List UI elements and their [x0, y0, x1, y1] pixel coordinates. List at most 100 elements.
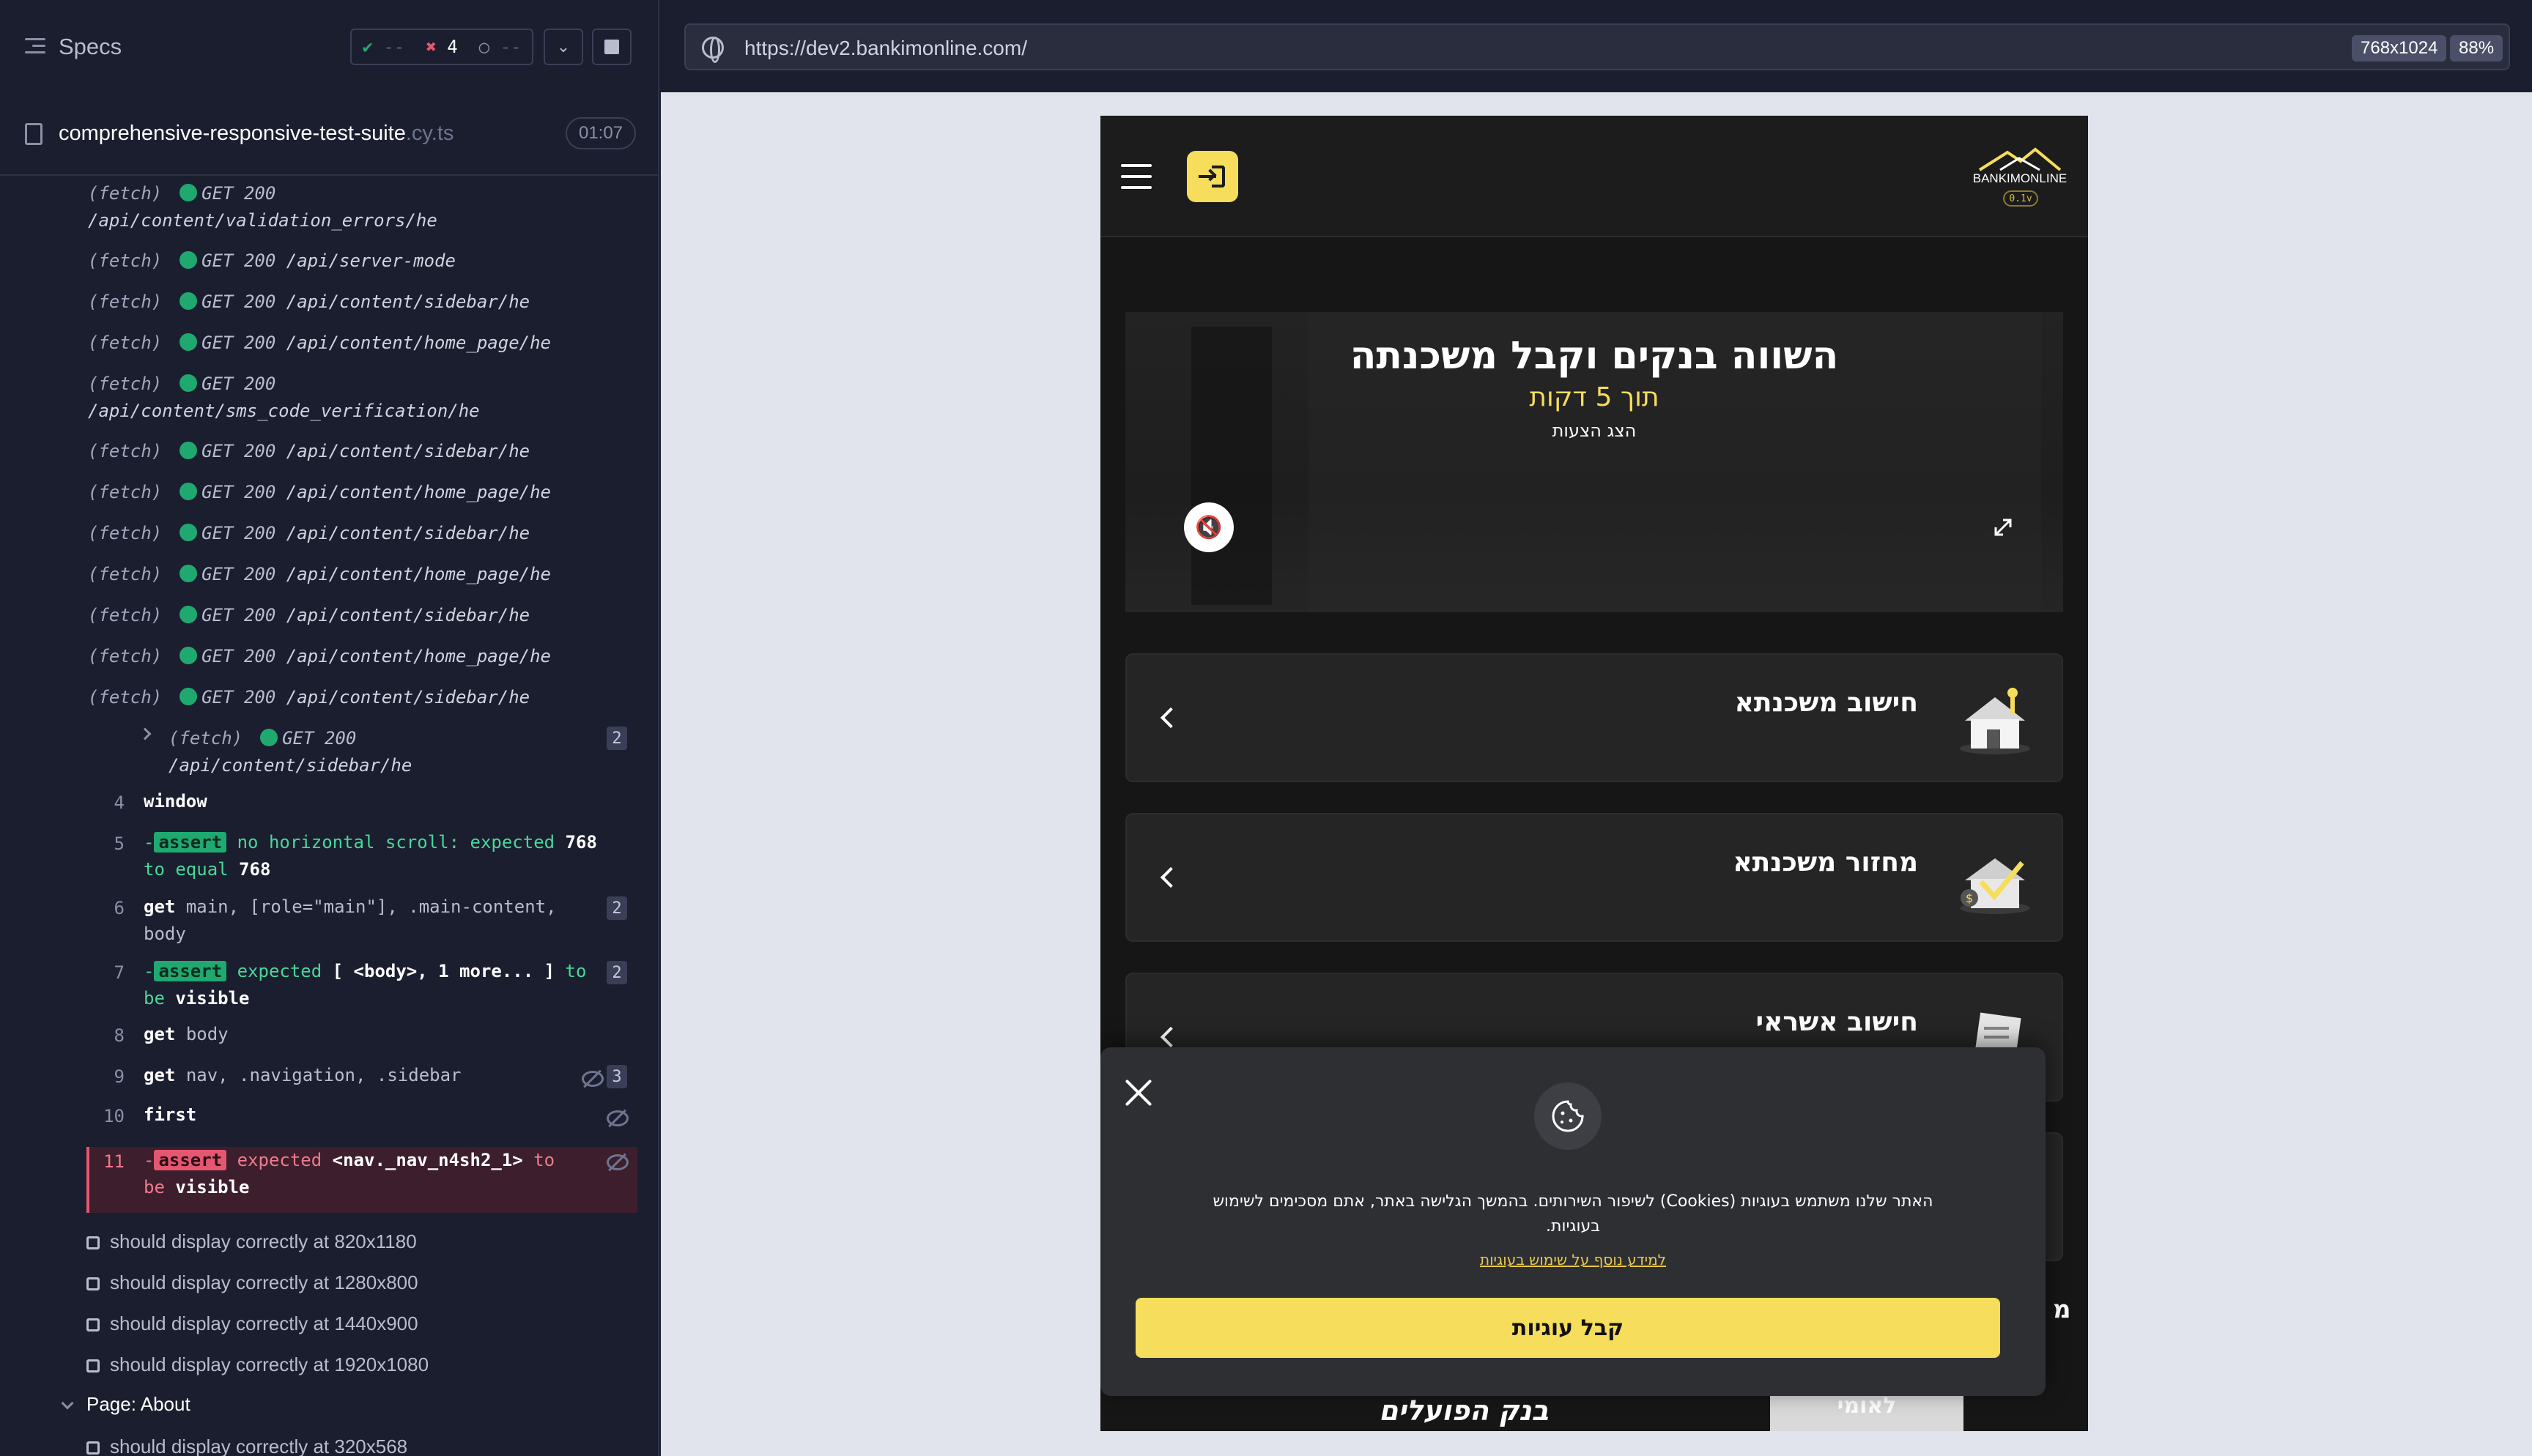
match-count-badge: 2: [607, 896, 627, 920]
bankimonline-logo[interactable]: BANKIMONLINE 0.1v: [1972, 144, 2068, 217]
fetch-entry[interactable]: (fetch) GET 200 /api/server-mode: [88, 248, 623, 275]
command-name: get: [144, 1024, 176, 1044]
show-offers-link[interactable]: הצג הצעות: [1125, 420, 2063, 441]
assert-text: be: [144, 1177, 165, 1197]
command-arg: main, [role="main"], .main-content, body: [144, 896, 557, 944]
test-item[interactable]: should display correctly at 820x1180: [86, 1230, 417, 1253]
spec-file-row[interactable]: comprehensive-responsive-test-suite.cy.t…: [0, 110, 658, 176]
test-title: should display correctly at 1440x900: [110, 1312, 418, 1334]
pending-box-icon: [86, 1318, 100, 1331]
fetch-entry[interactable]: (fetch) GET 200 /api/content/sidebar/he: [88, 602, 623, 629]
command-assert-failed[interactable]: - assert expected <nav._nav_n4sh2_1> to be…: [144, 1147, 598, 1201]
refinance-house-icon: $: [1960, 858, 2030, 914]
cookie-glyph: [1552, 1100, 1584, 1132]
command-assert[interactable]: - assert expected [ <body>, 1 more... ] t…: [144, 958, 612, 1012]
fetch-entry[interactable]: (fetch) GET 200 /api/content/sidebar/he: [88, 289, 623, 316]
command-assert[interactable]: - assert no horizontal scroll: expected 7…: [144, 829, 627, 883]
fetch-entry[interactable]: (fetch) GET 200 /api/content/home_page/he: [88, 561, 623, 588]
fetch-status: GET 200: [201, 441, 276, 461]
group-count-badge: 2: [607, 727, 627, 750]
status-success-icon: [179, 483, 198, 500]
fetch-entry[interactable]: (fetch) GET 200/api/content/validation_er…: [88, 180, 623, 234]
fetch-entry[interactable]: (fetch) GET 200 /api/content/home_page/he: [88, 643, 623, 670]
bank-leumi-text: לאומי: [1837, 1393, 1897, 1419]
fetch-status: GET 200: [201, 564, 276, 584]
passed-count: --: [383, 37, 405, 57]
accept-cookies-button[interactable]: קבל עוגיות: [1136, 1298, 2000, 1358]
test-title: should display correctly at 1280x800: [110, 1271, 418, 1293]
fetch-status: GET 200: [201, 183, 276, 204]
assert-text: be: [144, 988, 165, 1009]
fetch-status: GET 200: [201, 523, 276, 543]
command-get[interactable]: get body: [144, 1021, 598, 1048]
status-success-icon: [260, 729, 278, 746]
suite-item[interactable]: Page: About: [61, 1393, 190, 1416]
hidden-eye-icon: [607, 1110, 629, 1126]
status-success-icon: [179, 333, 198, 351]
command-log: (fetch) GET 200/api/content/validation_er…: [0, 176, 658, 1456]
url-bar[interactable]: https://dev2.bankimonline.com/ 768x1024 …: [684, 23, 2510, 70]
fetch-entry[interactable]: (fetch) GET 200 /api/content/home_page/he: [88, 479, 623, 506]
chevron-down-icon: ⌄: [556, 37, 571, 56]
command-first[interactable]: first: [144, 1102, 569, 1129]
fetch-entry[interactable]: (fetch) GET 200/api/content/sms_code_veri…: [88, 371, 623, 425]
fetch-entry[interactable]: (fetch) GET 200 /api/content/sidebar/he: [88, 684, 623, 711]
service-card-mortgage[interactable]: חישוב משכנתא: [1125, 653, 2063, 782]
fetch-path: /api/content/sidebar/he: [286, 605, 530, 625]
zoom-badge[interactable]: 88%: [2450, 35, 2503, 62]
hidden-eye-icon: [607, 1154, 629, 1170]
chevron-left-icon: [1160, 866, 1182, 888]
command-window[interactable]: window: [144, 788, 627, 815]
hero-video[interactable]: השווה בנקים וקבל משכנתה תוך 5 דקות הצג ה…: [1125, 312, 2063, 612]
browser-pane: https://dev2.bankimonline.com/ 768x1024 …: [661, 0, 2532, 1456]
test-item[interactable]: should display correctly at 1280x800: [86, 1271, 418, 1294]
bank-leumi-logo: לאומי: [1770, 1393, 1963, 1431]
fetch-entry[interactable]: (fetch) GET 200 /api/content/home_page/he: [88, 330, 623, 357]
assert-badge: assert: [154, 1150, 227, 1170]
card-title: חישוב משכנתא: [1734, 688, 1918, 718]
test-item[interactable]: should display correctly at 320x568: [86, 1435, 407, 1456]
cypress-reporter: Specs ✔ -- ✖ 4 ○ -- ⌄ comprehensive-resp…: [0, 0, 659, 1456]
fetch-type: (fetch): [88, 250, 163, 271]
assert-text: to: [565, 961, 587, 981]
pending-box-icon: [86, 1441, 100, 1455]
pending-box-icon: [86, 1359, 100, 1373]
assert-text: expected: [237, 961, 322, 981]
cookie-info-link[interactable]: למידע נוסף על שימוש בעוגיות: [1100, 1251, 2046, 1269]
status-success-icon: [179, 374, 198, 392]
hamburger-menu-icon[interactable]: [1121, 164, 1152, 197]
assert-value: 768: [565, 832, 597, 853]
fullscreen-icon[interactable]: [1990, 514, 2016, 541]
fetch-path: /api/content/home_page/he: [286, 482, 551, 502]
assert-text: to equal: [144, 859, 229, 880]
stop-button[interactable]: [592, 29, 632, 65]
options-dropdown-button[interactable]: ⌄: [544, 29, 583, 65]
service-card-refinance[interactable]: מחזור משכנתא $: [1125, 813, 2063, 942]
fetch-group-entry[interactable]: (fetch) GET 200/api/content/sidebar/he: [110, 725, 623, 779]
specs-label[interactable]: Specs: [59, 34, 122, 60]
card-title: חישוב אשראי: [1755, 1007, 1918, 1037]
specs-list-icon[interactable]: [25, 38, 45, 54]
mute-button[interactable]: 🔇: [1184, 502, 1234, 552]
test-item[interactable]: should display correctly at 1440x900: [86, 1312, 418, 1335]
test-item[interactable]: should display correctly at 1920x1080: [86, 1353, 429, 1376]
fetch-path: /api/content/home_page/he: [286, 333, 551, 353]
chevron-down-icon: [61, 1397, 74, 1410]
fetch-path: /api/content/sidebar/he: [286, 523, 530, 543]
fetch-entry[interactable]: (fetch) GET 200 /api/content/sidebar/he: [88, 520, 623, 547]
status-success-icon: [179, 442, 198, 459]
line-number: 10: [103, 1106, 125, 1126]
viewport-size-badge[interactable]: 768x1024: [2352, 35, 2447, 62]
command-get[interactable]: get main, [role="main"], .main-content, …: [144, 894, 598, 948]
fetch-path: /api/content/home_page/he: [286, 646, 551, 666]
assert-text: to: [533, 1150, 555, 1170]
speaker-muted-icon: 🔇: [1195, 514, 1223, 541]
fetch-status: GET 200: [282, 728, 357, 749]
close-icon[interactable]: [1122, 1077, 1155, 1109]
test-title: should display correctly at 320x568: [110, 1435, 408, 1456]
fetch-entry[interactable]: (fetch) GET 200 /api/content/sidebar/he: [88, 438, 623, 465]
test-stats: ✔ -- ✖ 4 ○ --: [350, 29, 533, 65]
login-button[interactable]: [1187, 151, 1238, 202]
command-get[interactable]: get nav, .navigation, .sidebar: [144, 1062, 569, 1089]
status-success-icon: [179, 184, 198, 201]
